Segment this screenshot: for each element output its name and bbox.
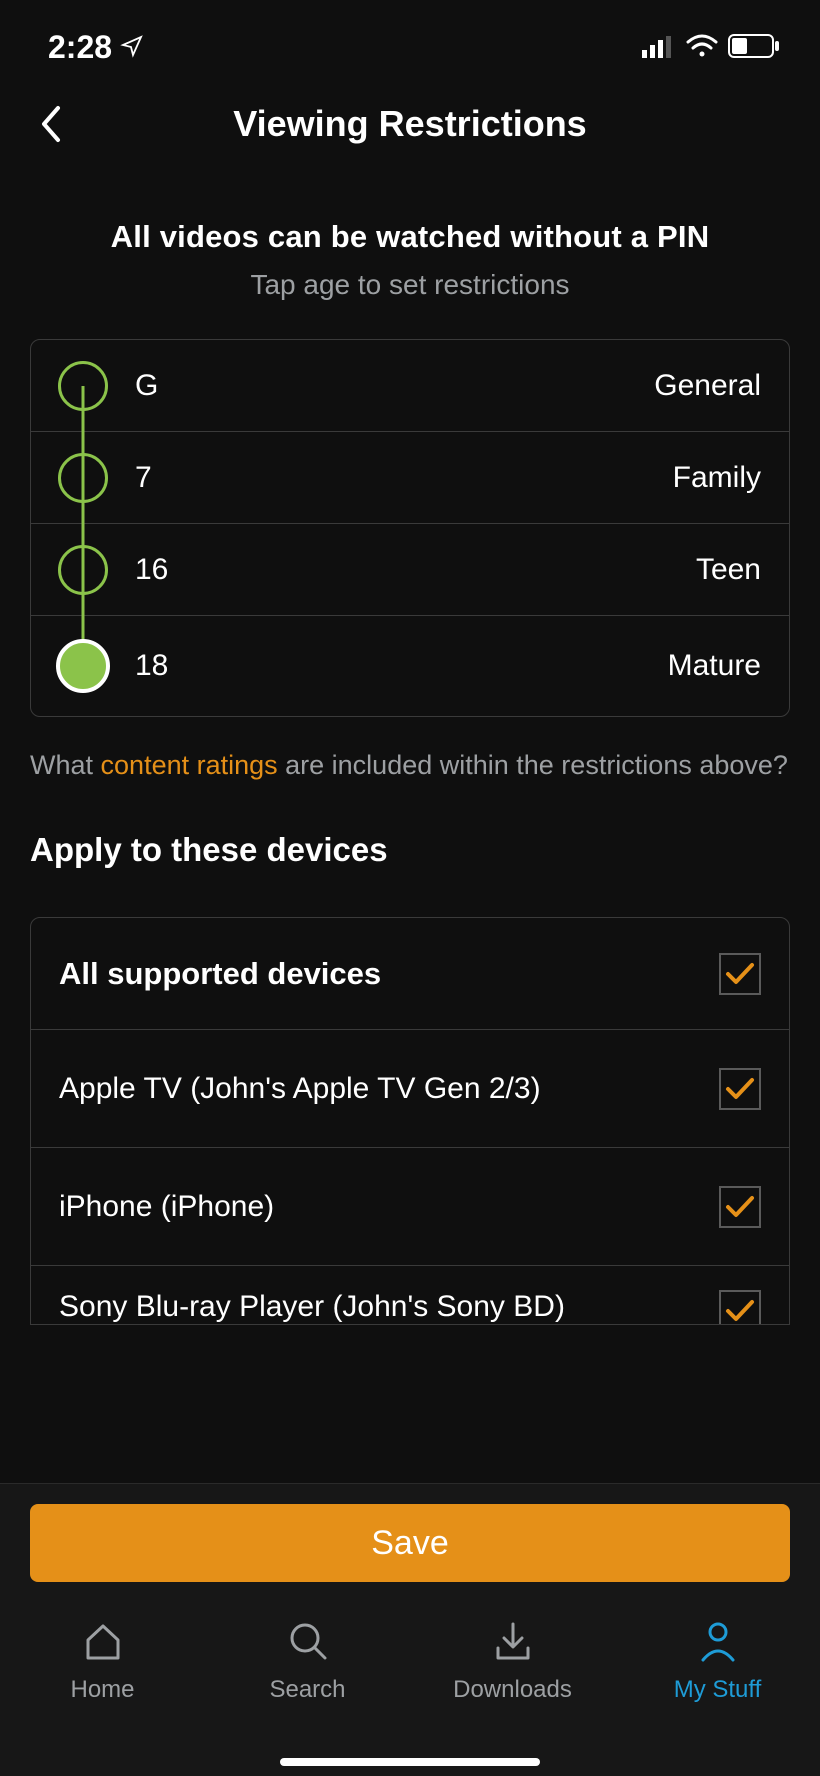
checkbox-checked-icon[interactable] <box>719 1068 761 1110</box>
nav-home[interactable]: Home <box>0 1616 205 1776</box>
device-row-appletv[interactable]: Apple TV (John's Apple TV Gen 2/3) <box>31 1030 789 1148</box>
page-header: Viewing Restrictions <box>0 76 820 171</box>
device-label: iPhone (iPhone) <box>59 1190 274 1224</box>
nav-downloads[interactable]: Downloads <box>410 1616 615 1776</box>
save-area: Save <box>0 1483 820 1602</box>
restriction-code: 7 <box>135 461 152 495</box>
nav-label: Downloads <box>453 1676 572 1704</box>
cell-signal-icon <box>642 29 676 66</box>
device-label: All supported devices <box>59 956 381 992</box>
checkbox-checked-icon[interactable] <box>719 1290 761 1324</box>
nav-label: Home <box>70 1676 134 1704</box>
person-icon <box>695 1616 741 1666</box>
device-label: Sony Blu-ray Player (John's Sony BD) <box>59 1290 565 1324</box>
restriction-code: 16 <box>135 553 168 587</box>
restriction-row-7[interactable]: 7 Family <box>31 432 789 524</box>
restriction-label: General <box>654 369 761 403</box>
restriction-bubble-icon <box>58 453 108 503</box>
location-arrow-icon <box>120 29 144 66</box>
ratings-note-prefix: What <box>30 750 101 780</box>
search-icon <box>285 1616 331 1666</box>
device-row-all[interactable]: All supported devices <box>31 918 789 1030</box>
device-row-iphone[interactable]: iPhone (iPhone) <box>31 1148 789 1266</box>
back-button[interactable] <box>30 99 70 149</box>
restriction-row-g[interactable]: G General <box>31 340 789 432</box>
restriction-bubble-filled-icon <box>56 639 110 693</box>
bottom-nav: Home Search Downloads My Stuff <box>0 1602 820 1776</box>
restrictions-subheading: Tap age to set restrictions <box>30 269 790 301</box>
battery-icon <box>728 29 780 66</box>
restriction-label: Teen <box>696 553 761 587</box>
status-time: 2:28 <box>48 29 112 66</box>
restriction-row-16[interactable]: 16 Teen <box>31 524 789 616</box>
nav-label: Search <box>269 1676 345 1704</box>
home-indicator[interactable] <box>280 1758 540 1766</box>
status-left: 2:28 <box>48 29 144 66</box>
ratings-note-suffix: are included within the restrictions abo… <box>278 750 788 780</box>
restriction-label: Mature <box>668 649 761 683</box>
restriction-row-18[interactable]: 18 Mature <box>31 616 789 716</box>
devices-heading: Apply to these devices <box>30 831 790 869</box>
checkbox-checked-icon[interactable] <box>719 1186 761 1228</box>
restriction-code: 18 <box>135 649 168 683</box>
wifi-icon <box>686 29 718 66</box>
devices-list: All supported devices Apple TV (John's A… <box>30 917 790 1325</box>
restrictions-heading: All videos can be watched without a PIN <box>30 219 790 255</box>
restriction-label: Family <box>673 461 761 495</box>
device-label: Apple TV (John's Apple TV Gen 2/3) <box>59 1072 541 1106</box>
checkbox-checked-icon[interactable] <box>719 953 761 995</box>
content-ratings-note: What content ratings are included within… <box>30 747 790 783</box>
nav-label: My Stuff <box>674 1676 762 1704</box>
status-right <box>642 29 780 66</box>
status-bar: 2:28 <box>0 0 820 76</box>
restriction-bubble-icon <box>58 545 108 595</box>
content-ratings-link[interactable]: content ratings <box>101 750 278 780</box>
save-button[interactable]: Save <box>30 1504 790 1582</box>
restriction-code: G <box>135 369 158 403</box>
chevron-left-icon <box>38 104 62 144</box>
restriction-bubble-icon <box>58 361 108 411</box>
page-title: Viewing Restrictions <box>233 103 586 145</box>
download-icon <box>490 1616 536 1666</box>
home-icon <box>80 1616 126 1666</box>
device-row-sony[interactable]: Sony Blu-ray Player (John's Sony BD) <box>31 1266 789 1324</box>
nav-my-stuff[interactable]: My Stuff <box>615 1616 820 1776</box>
nav-search[interactable]: Search <box>205 1616 410 1776</box>
restrictions-list: G General 7 Family 16 Teen 18 Ma <box>30 339 790 717</box>
